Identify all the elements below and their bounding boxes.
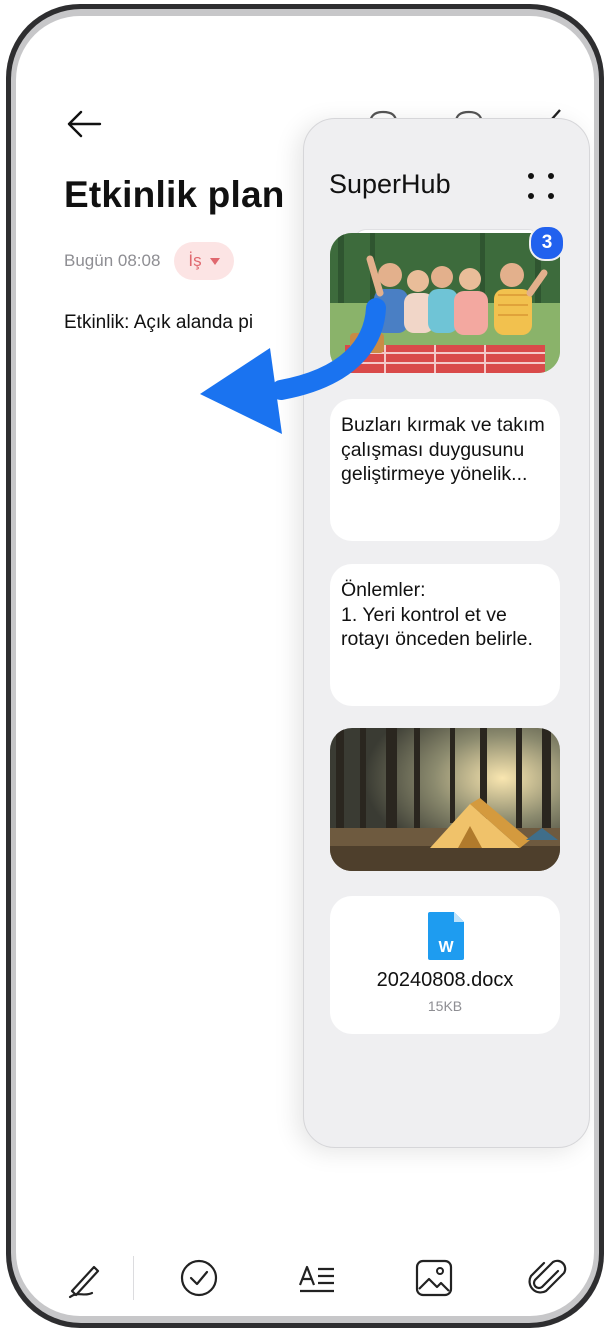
- file-size: 15KB: [427, 998, 463, 1014]
- screen: Etkinlik plan Bugün 08:08 İş Etkinlik: A…: [16, 16, 594, 1316]
- dot: [548, 173, 554, 179]
- caret-down-icon: [209, 257, 220, 265]
- item-count-badge: 3: [529, 225, 565, 261]
- attachment-icon[interactable]: [528, 1257, 570, 1299]
- image-icon[interactable]: [413, 1257, 455, 1299]
- superhub-title: SuperHub: [329, 169, 451, 199]
- dot: [528, 173, 534, 179]
- hub-item-tent-photo[interactable]: [330, 728, 560, 871]
- note-date: Bugün 08:08: [64, 251, 161, 270]
- category-tag-label: İş: [188, 251, 202, 270]
- note-meta: Bugün 08:08 İş: [64, 241, 234, 281]
- hub-item-docx-file[interactable]: W 20240808.docx 15KB: [330, 896, 560, 1034]
- dot: [528, 193, 534, 199]
- file-type-letter: W: [438, 939, 454, 956]
- note-title[interactable]: Etkinlik plan: [64, 174, 285, 216]
- dot: [548, 193, 554, 199]
- back-arrow-icon[interactable]: [64, 104, 104, 144]
- drag-direction-arrow-icon: [200, 298, 386, 434]
- text-format-icon[interactable]: [296, 1257, 338, 1299]
- checklist-icon[interactable]: [178, 1257, 220, 1299]
- handwriting-icon[interactable]: [64, 1257, 106, 1299]
- word-document-icon: W: [428, 912, 464, 960]
- category-tag[interactable]: İş: [174, 242, 234, 280]
- camping-tent-photo-icon: [330, 728, 560, 871]
- hub-item-text-precautions[interactable]: Önlemler: 1. Yeri kontrol et ve rotayı ö…: [330, 564, 560, 706]
- more-options-icon[interactable]: [522, 167, 560, 205]
- superhub-panel: SuperHub 3 Buzları kırmak ve takım çalış…: [303, 118, 590, 1148]
- file-name: 20240808.docx: [376, 969, 514, 991]
- toolbar-divider: [133, 1256, 134, 1300]
